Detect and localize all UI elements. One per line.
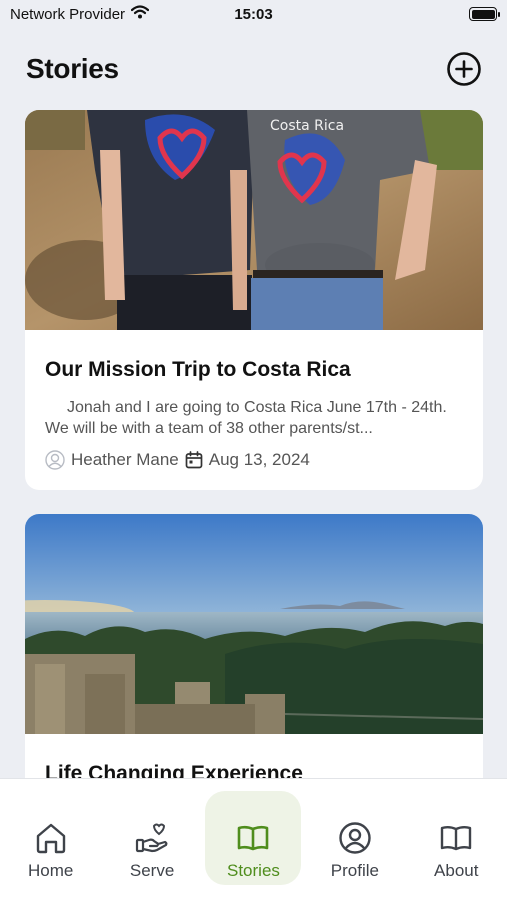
hand-heart-icon	[135, 823, 168, 853]
shirt-text: Costa Rica	[270, 118, 344, 134]
story-meta: Heather Mane Aug 13, 2024	[45, 449, 310, 471]
stories-screen: Network Provider 15:03 Stories Costa Ric…	[0, 0, 507, 900]
tab-label: Profile	[330, 861, 379, 880]
story-title: Our Mission Trip to Costa Rica	[45, 358, 351, 381]
book-icon	[238, 825, 269, 851]
tab-label: Home	[28, 861, 74, 880]
user-circle-icon	[339, 822, 371, 854]
open-book-icon	[441, 826, 472, 851]
tab-label: Serve	[129, 861, 175, 880]
story-image: Costa Rica	[25, 110, 483, 330]
date-group: Aug 13, 2024	[185, 450, 310, 470]
tab-serve[interactable]: Serve	[104, 791, 200, 885]
story-date: Aug 13, 2024	[208, 450, 310, 469]
tab-label: Stories	[227, 861, 280, 880]
story-card[interactable]: Life Changing Experience	[25, 514, 483, 814]
header: Stories	[26, 48, 481, 90]
avatar-icon	[45, 450, 65, 470]
status-bar: Network Provider 15:03	[0, 0, 507, 28]
tab-bar: Home Serve Stories Profile About	[0, 778, 507, 900]
wifi-icon	[130, 5, 150, 23]
tab-profile[interactable]: Profile	[307, 791, 403, 885]
tab-stories[interactable]: Stories	[205, 791, 302, 885]
tab-about[interactable]: About	[408, 791, 504, 885]
battery-icon	[469, 7, 500, 21]
author-group: Heather Mane	[45, 450, 179, 470]
add-story-button[interactable]	[447, 52, 481, 86]
home-icon	[36, 823, 65, 854]
story-card[interactable]: Costa Rica Our Mission Trip to Costa Ric…	[25, 110, 483, 490]
page-title: Stories	[26, 53, 119, 84]
story-excerpt: Jonah and I are going to Costa Rica June…	[45, 399, 447, 437]
carrier-group: Network Provider	[10, 5, 150, 23]
tab-home[interactable]: Home	[3, 791, 99, 885]
tab-label: About	[434, 861, 479, 880]
author-name: Heather Mane	[71, 450, 179, 469]
clock: 15:03	[234, 5, 273, 23]
story-image	[25, 514, 483, 734]
plus-circle-icon	[447, 52, 481, 86]
calendar-icon	[185, 451, 203, 469]
carrier-label: Network Provider	[10, 5, 126, 23]
